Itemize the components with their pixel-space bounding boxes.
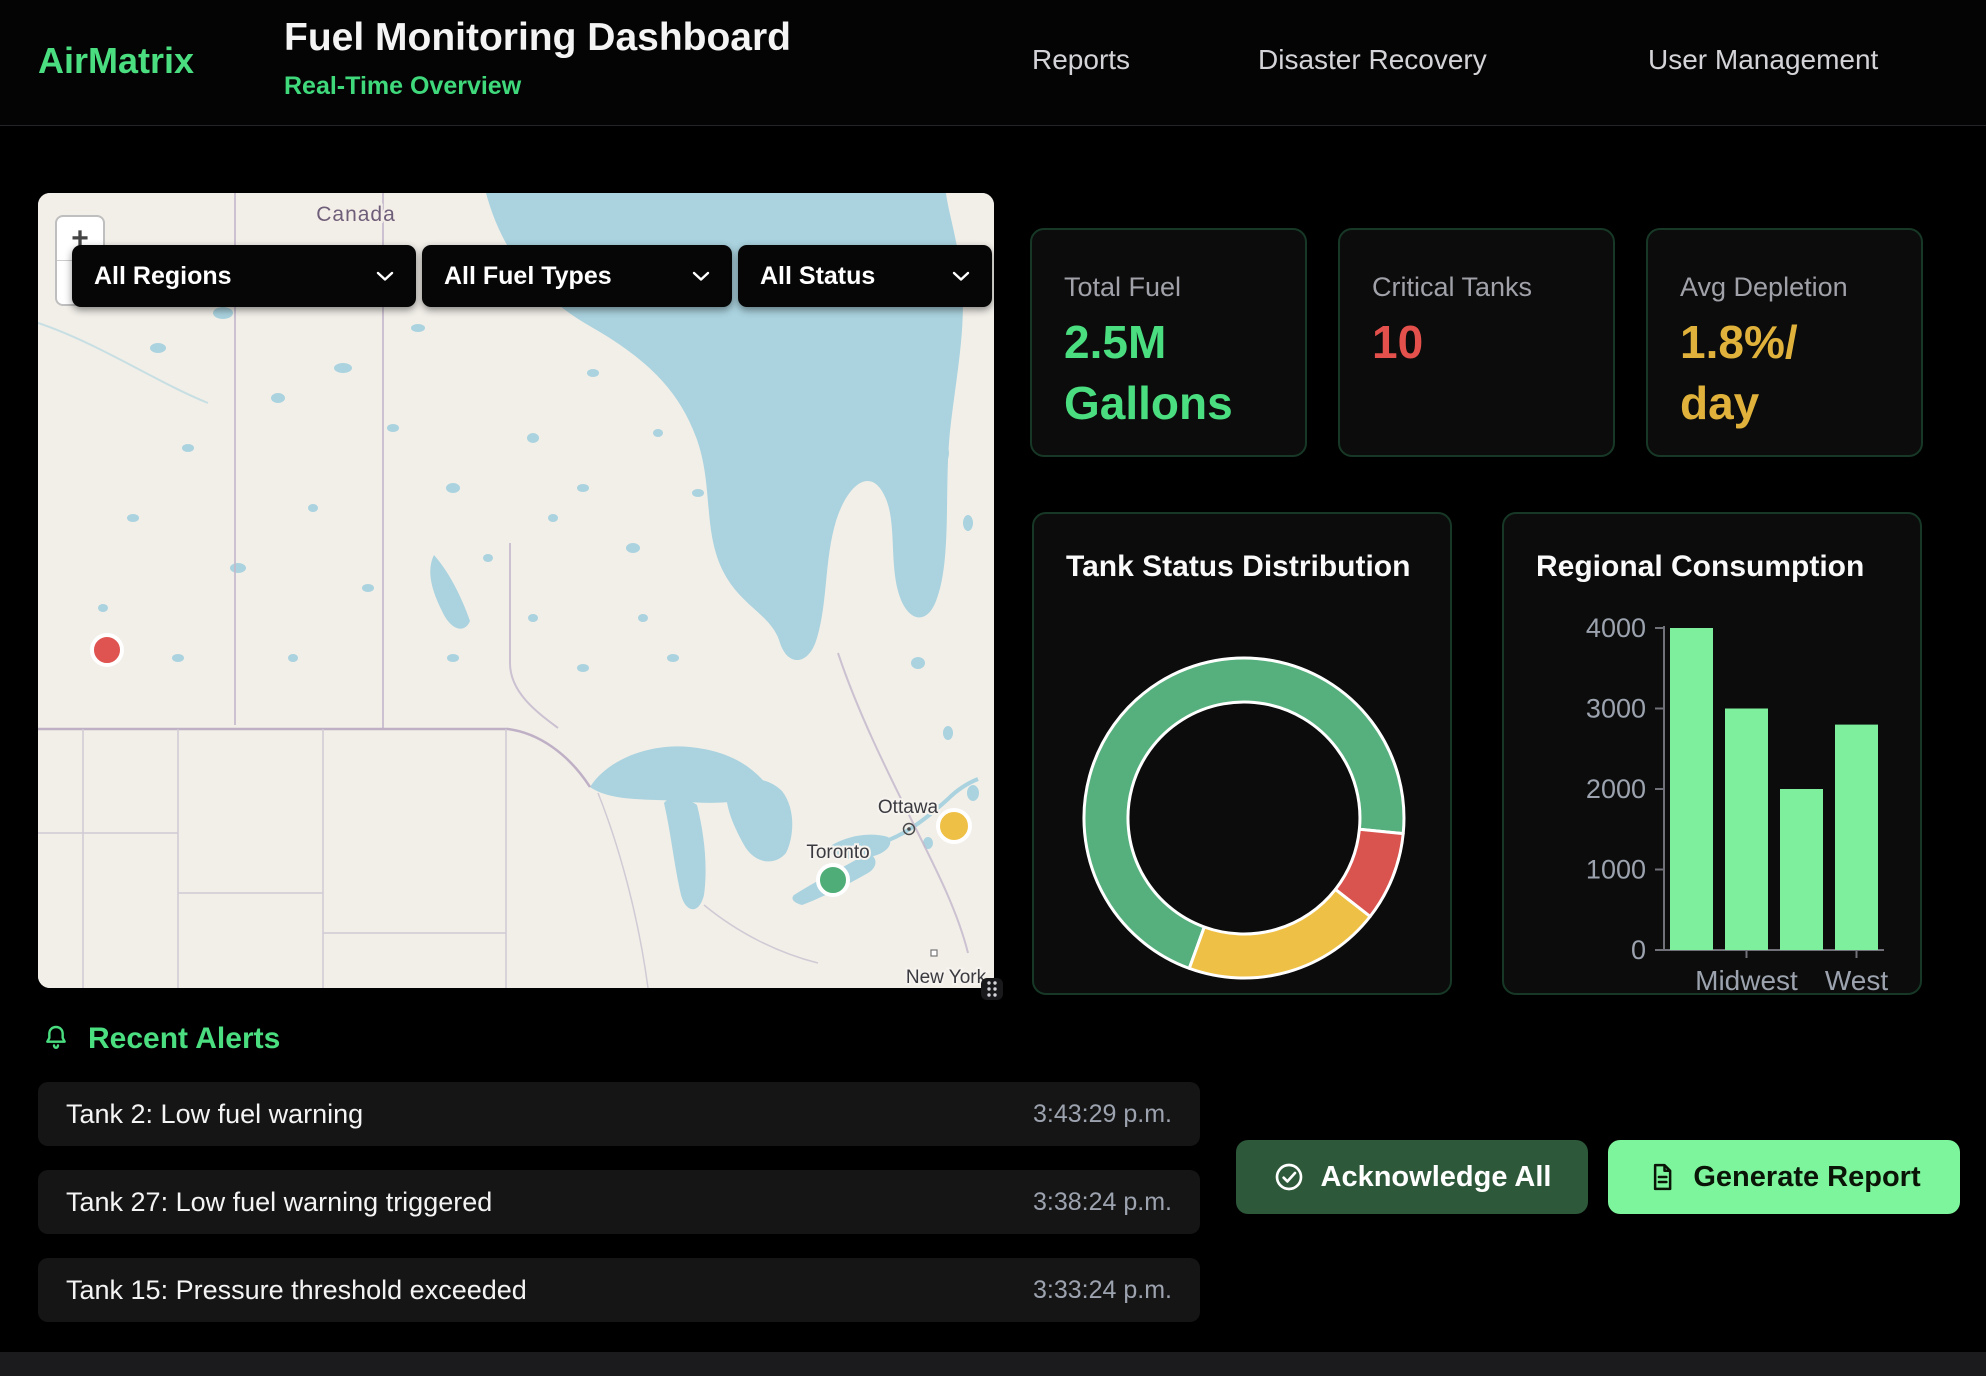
- stat-label: Critical Tanks: [1372, 272, 1532, 303]
- map-label-new-york: New York: [906, 967, 987, 988]
- map-filter-bar: All Regions All Fuel Types All Status: [72, 245, 992, 307]
- map-label-toronto: Toronto: [806, 842, 869, 863]
- chevron-down-icon: [376, 271, 394, 282]
- chevron-down-icon: [952, 271, 970, 282]
- alert-row[interactable]: Tank 15: Pressure threshold exceeded 3:33…: [38, 1258, 1200, 1322]
- donut-chart: [1034, 514, 1454, 997]
- bar[interactable]: [1725, 709, 1768, 951]
- status-filter-dropdown[interactable]: All Status: [738, 245, 992, 307]
- stat-value: 2.5M Gallons: [1064, 312, 1233, 433]
- alert-text: Tank 2: Low fuel warning: [66, 1099, 363, 1130]
- app-header: AirMatrix Fuel Monitoring Dashboard Real…: [0, 0, 1986, 126]
- tank-status-chart-card: Tank Status Distribution: [1032, 512, 1452, 995]
- new-york-city-marker-icon: [931, 950, 937, 956]
- stat-card-avg-depletion: Avg Depletion 1.8%/ day: [1646, 228, 1923, 457]
- acknowledge-all-button[interactable]: Acknowledge All: [1236, 1140, 1588, 1214]
- alert-row[interactable]: Tank 2: Low fuel warning 3:43:29 p.m.: [38, 1082, 1200, 1146]
- resize-handle-icon[interactable]: [981, 978, 1003, 1000]
- y-tick-label: 4000: [1586, 613, 1646, 643]
- stat-card-total-fuel: Total Fuel 2.5M Gallons: [1030, 228, 1307, 457]
- y-tick-label: 1000: [1586, 855, 1646, 885]
- x-tick-label: Midwest: [1695, 965, 1798, 996]
- check-circle-icon: [1273, 1161, 1305, 1193]
- fuel-type-filter-dropdown[interactable]: All Fuel Types: [422, 245, 732, 307]
- y-tick-label: 2000: [1586, 774, 1646, 804]
- map-panel[interactable]: Canada Ottawa Toronto New York + − All R…: [38, 193, 994, 988]
- status-filter-value: All Status: [760, 262, 875, 291]
- bar-chart: 0 1000 2000 3000 4000 Midwest West: [1504, 514, 1924, 997]
- chevron-down-icon: [692, 271, 710, 282]
- region-filter-value: All Regions: [94, 262, 232, 291]
- tank-marker-critical[interactable]: [92, 635, 122, 665]
- fuel-monitoring-dashboard: AirMatrix Fuel Monitoring Dashboard Real…: [0, 0, 1986, 1376]
- generate-report-button[interactable]: Generate Report: [1608, 1140, 1960, 1214]
- alerts-heading: Recent Alerts: [88, 1022, 280, 1056]
- stat-value: 10: [1372, 312, 1423, 373]
- stat-value: 1.8%/ day: [1680, 312, 1798, 433]
- stat-label: Avg Depletion: [1680, 272, 1848, 303]
- fuel-type-filter-value: All Fuel Types: [444, 262, 612, 291]
- alerts-header: Recent Alerts: [40, 1022, 280, 1056]
- map-label-ottawa: Ottawa: [878, 797, 939, 818]
- nav-user-management[interactable]: User Management: [1648, 44, 1878, 76]
- regional-consumption-chart-card: Regional Consumption 01000200030004000Mi…: [1502, 512, 1922, 995]
- tank-marker-warning[interactable]: [938, 810, 970, 842]
- stat-label: Total Fuel: [1064, 272, 1181, 303]
- alert-text: Tank 15: Pressure threshold exceeded: [66, 1275, 527, 1306]
- donut-slice[interactable]: [1189, 889, 1370, 978]
- alert-time: 3:38:24 p.m.: [1033, 1188, 1172, 1217]
- y-tick-label: 0: [1631, 935, 1646, 965]
- alerts-list: Tank 2: Low fuel warning3:43:29 p.m.Tank…: [38, 1082, 1200, 1346]
- alert-time: 3:33:24 p.m.: [1033, 1276, 1172, 1305]
- tank-marker-normal[interactable]: [818, 865, 848, 895]
- page-title: Fuel Monitoring Dashboard: [284, 16, 791, 60]
- bell-icon: [40, 1023, 72, 1055]
- nav-reports[interactable]: Reports: [1032, 44, 1130, 76]
- map-canvas[interactable]: Canada Ottawa Toronto New York: [38, 193, 994, 988]
- bar[interactable]: [1670, 628, 1713, 950]
- acknowledge-all-label: Acknowledge All: [1321, 1161, 1552, 1194]
- nav-disaster-recovery[interactable]: Disaster Recovery: [1258, 44, 1487, 76]
- generate-report-label: Generate Report: [1693, 1161, 1920, 1194]
- page-subtitle: Real-Time Overview: [284, 72, 521, 101]
- bar[interactable]: [1835, 725, 1878, 950]
- brand-logo[interactable]: AirMatrix: [38, 40, 194, 82]
- document-icon: [1647, 1162, 1677, 1192]
- alert-time: 3:43:29 p.m.: [1033, 1100, 1172, 1129]
- map-label-canada: Canada: [316, 203, 396, 226]
- region-filter-dropdown[interactable]: All Regions: [72, 245, 416, 307]
- stat-card-critical-tanks: Critical Tanks 10: [1338, 228, 1615, 457]
- x-tick-label: West: [1825, 965, 1888, 996]
- alert-row[interactable]: Tank 27: Low fuel warning triggered 3:38:…: [38, 1170, 1200, 1234]
- bottom-bar: [0, 1352, 1986, 1376]
- bar[interactable]: [1780, 789, 1823, 950]
- alert-text: Tank 27: Low fuel warning triggered: [66, 1187, 492, 1218]
- y-tick-label: 3000: [1586, 694, 1646, 724]
